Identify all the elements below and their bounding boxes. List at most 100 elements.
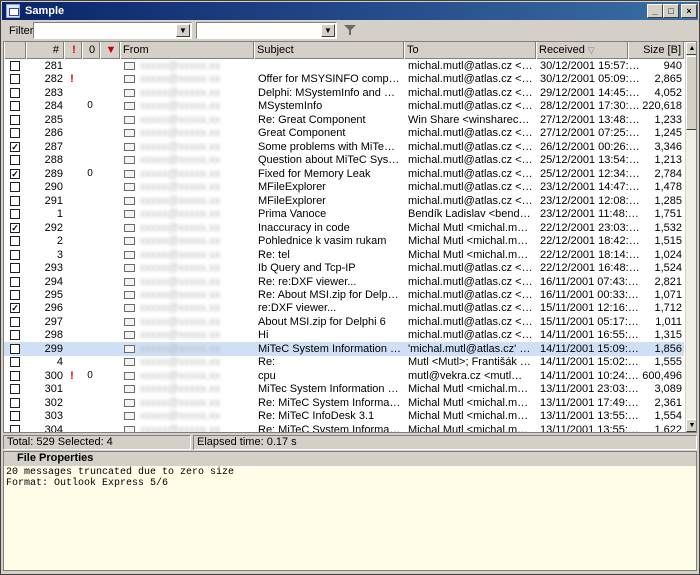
row-subject: re:DXF viewer... — [258, 302, 337, 315]
column-header-to[interactable]: To — [404, 42, 536, 59]
scroll-thumb[interactable] — [686, 56, 696, 130]
row-checkbox[interactable] — [10, 357, 20, 368]
row-checkbox[interactable] — [10, 263, 20, 274]
table-row[interactable]: 303 xxxxx@xxxxx.xx Re: MiTeC InfoDesk 3.1 M… — [4, 409, 684, 424]
row-checkbox[interactable] — [10, 316, 20, 327]
scroll-up-button[interactable]: ▲ — [686, 42, 696, 55]
message-grid[interactable]: # ! 0 ▼ From Subject To Received ▽ Size … — [3, 41, 697, 433]
row-checkbox[interactable]: ✓ — [10, 168, 20, 179]
row-checkbox[interactable] — [10, 101, 20, 112]
table-row[interactable]: 3 xxxxx@xxxxx.xx Re: tel Michal Mutl <micha… — [4, 248, 684, 263]
minimize-button[interactable]: _ — [647, 4, 663, 18]
attachment-icon — [86, 382, 94, 396]
table-row[interactable]: ✓ 292 xxxxx@xxxxx.xx Inaccuracy in code Mich… — [4, 221, 684, 236]
vertical-scrollbar[interactable]: ▲ ▼ — [685, 42, 696, 432]
row-checkbox[interactable] — [10, 411, 20, 422]
row-checkbox[interactable]: ✓ — [10, 141, 20, 152]
table-row[interactable]: 297 xxxxx@xxxxx.xx About MSI.zip for Delph… — [4, 315, 684, 330]
funnel-icon[interactable] — [344, 25, 356, 35]
column-header-flag[interactable]: ▼ — [100, 42, 120, 59]
row-from: xxxxx@xxxxx.xx — [140, 410, 221, 423]
row-number: 304 — [44, 423, 63, 433]
scroll-down-button[interactable]: ▼ — [686, 419, 696, 432]
row-checkbox[interactable] — [10, 209, 20, 220]
column-header-priority[interactable]: ! — [64, 42, 82, 59]
chevron-down-icon[interactable]: ▼ — [321, 24, 335, 37]
row-checkbox[interactable] — [10, 87, 20, 98]
row-size: 1,515 — [654, 235, 682, 248]
table-row[interactable]: 281 xxxxx@xxxxx.xx michal.mutl@atlas.cz <m… — [4, 59, 684, 74]
table-row[interactable]: 4 xxxxx@xxxxx.xx Re: Mutl <Mutl>; Františák… — [4, 355, 684, 370]
table-row[interactable]: 295 xxxxx@xxxxx.xx Re: About MSI.zip for D… — [4, 288, 684, 303]
table-row[interactable]: 286 xxxxx@xxxxx.xx Great Component michal.m… — [4, 126, 684, 141]
filter-value-combo[interactable]: ▼ — [196, 22, 337, 39]
priority-icon — [68, 382, 76, 396]
row-checkbox[interactable] — [10, 343, 20, 354]
table-row[interactable]: 290 xxxxx@xxxxx.xx MFileExplorer michal.mut… — [4, 180, 684, 195]
row-checkbox[interactable] — [10, 424, 20, 432]
table-row[interactable]: ✓ 289 0 xxxxx@xxxxx.xx Fixed for Memory Leak… — [4, 167, 684, 182]
column-header-check[interactable] — [4, 42, 26, 59]
table-row[interactable]: ✓ 296 xxxxx@xxxxx.xx re:DXF viewer... michal… — [4, 301, 684, 316]
table-row[interactable]: 299 xxxxx@xxxxx.xx MiTeC System Informatio… — [4, 341, 684, 357]
row-checkbox[interactable] — [10, 128, 20, 139]
attachment-icon — [86, 140, 94, 154]
column-header-from[interactable]: From — [120, 42, 254, 59]
table-row[interactable]: 301 xxxxx@xxxxx.xx MiTec System Informatio… — [4, 382, 684, 397]
table-row[interactable]: 285 xxxxx@xxxxx.xx Re: Great Component Win … — [4, 113, 684, 128]
column-header-size[interactable]: Size [B] — [628, 42, 684, 59]
table-row[interactable]: 300! 0 xxxxx@xxxxx.xx cpu mutl@vekra.cz <mut… — [4, 369, 684, 384]
table-row[interactable]: 291 xxxxx@xxxxx.xx MFileExplorer michal.mut… — [4, 194, 684, 209]
priority-icon — [68, 261, 76, 275]
row-checkbox[interactable] — [10, 397, 20, 408]
row-checkbox[interactable] — [10, 182, 20, 193]
table-row[interactable]: 288 xxxxx@xxxxx.xx Question about MiTeC Sy… — [4, 153, 684, 168]
row-checkbox[interactable] — [10, 276, 20, 287]
status-bar: Total: 529 Selected: 4 Elapsed time: 0.1… — [3, 435, 697, 450]
row-checkbox[interactable]: ✓ — [10, 303, 20, 314]
row-subject: Re: MiTeC System Information Compo... — [258, 423, 402, 433]
row-checkbox[interactable] — [10, 195, 20, 206]
row-checkbox[interactable] — [10, 249, 20, 260]
column-header-attachment[interactable]: 0 — [82, 42, 100, 59]
table-row[interactable]: 283 xxxxx@xxxxx.xx Delphi: MSystemInfo and… — [4, 86, 684, 101]
title-bar[interactable]: Sample _ □ × — [2, 2, 698, 20]
column-header-num[interactable]: # — [26, 42, 64, 59]
row-checkbox[interactable] — [10, 61, 20, 71]
column-header-received[interactable]: Received ▽ — [536, 42, 628, 59]
envelope-icon — [124, 412, 135, 421]
table-row[interactable]: 2 xxxxx@xxxxx.xx Pohlednice k vasim rukam M… — [4, 234, 684, 249]
table-row[interactable]: 298 xxxxx@xxxxx.xx Hi michal.mutl@atlas.cz … — [4, 328, 684, 343]
row-checkbox[interactable] — [10, 384, 20, 395]
row-checkbox[interactable] — [10, 330, 20, 341]
row-number: 2 — [56, 235, 63, 248]
row-checkbox[interactable]: ✓ — [10, 222, 20, 233]
attachment-icon — [86, 72, 94, 86]
table-row[interactable]: 1 xxxxx@xxxxx.xx Prima Vanoce Bendík Ladisl… — [4, 207, 684, 222]
table-row[interactable]: 302 xxxxx@xxxxx.xx Re: MiTeC System Inform… — [4, 396, 684, 411]
row-checkbox[interactable] — [10, 289, 20, 300]
column-header-subject[interactable]: Subject — [254, 42, 404, 59]
row-checkbox[interactable] — [10, 114, 20, 125]
row-checkbox[interactable] — [10, 370, 20, 381]
table-row[interactable]: 282! xxxxx@xxxxx.xx Offer for MSYSINFO com… — [4, 72, 684, 87]
table-row[interactable]: 293 xxxxx@xxxxx.xx Ib Query and Tcp-IP mich… — [4, 261, 684, 276]
filter-field-combo[interactable]: ▼ — [33, 22, 192, 39]
maximize-button[interactable]: □ — [663, 4, 679, 18]
chevron-down-icon[interactable]: ▼ — [176, 24, 190, 37]
table-row[interactable]: ✓ 287 xxxxx@xxxxx.xx Some problems with MiT… — [4, 140, 684, 155]
row-from: xxxxx@xxxxx.xx — [140, 140, 221, 153]
close-button[interactable]: × — [681, 4, 697, 18]
row-size: 2,865 — [654, 73, 682, 86]
table-row[interactable]: 304 xxxxx@xxxxx.xx Re: MiTeC System Inform… — [4, 423, 684, 433]
priority-icon — [68, 140, 76, 154]
row-checkbox[interactable] — [10, 74, 20, 85]
row-checkbox[interactable] — [10, 236, 20, 247]
row-checkbox[interactable] — [10, 155, 20, 166]
priority-icon — [68, 126, 76, 140]
table-row[interactable]: 284 0 xxxxx@xxxxx.xx MSystemInfo michal.mutl… — [4, 99, 684, 114]
table-row[interactable]: 294 xxxxx@xxxxx.xx Re: re:DXF viewer... mic… — [4, 275, 684, 290]
priority-icon — [68, 113, 76, 127]
row-from: xxxxx@xxxxx.xx — [140, 383, 221, 396]
file-properties-panel: File Properties 20 messages truncated du… — [3, 451, 697, 571]
